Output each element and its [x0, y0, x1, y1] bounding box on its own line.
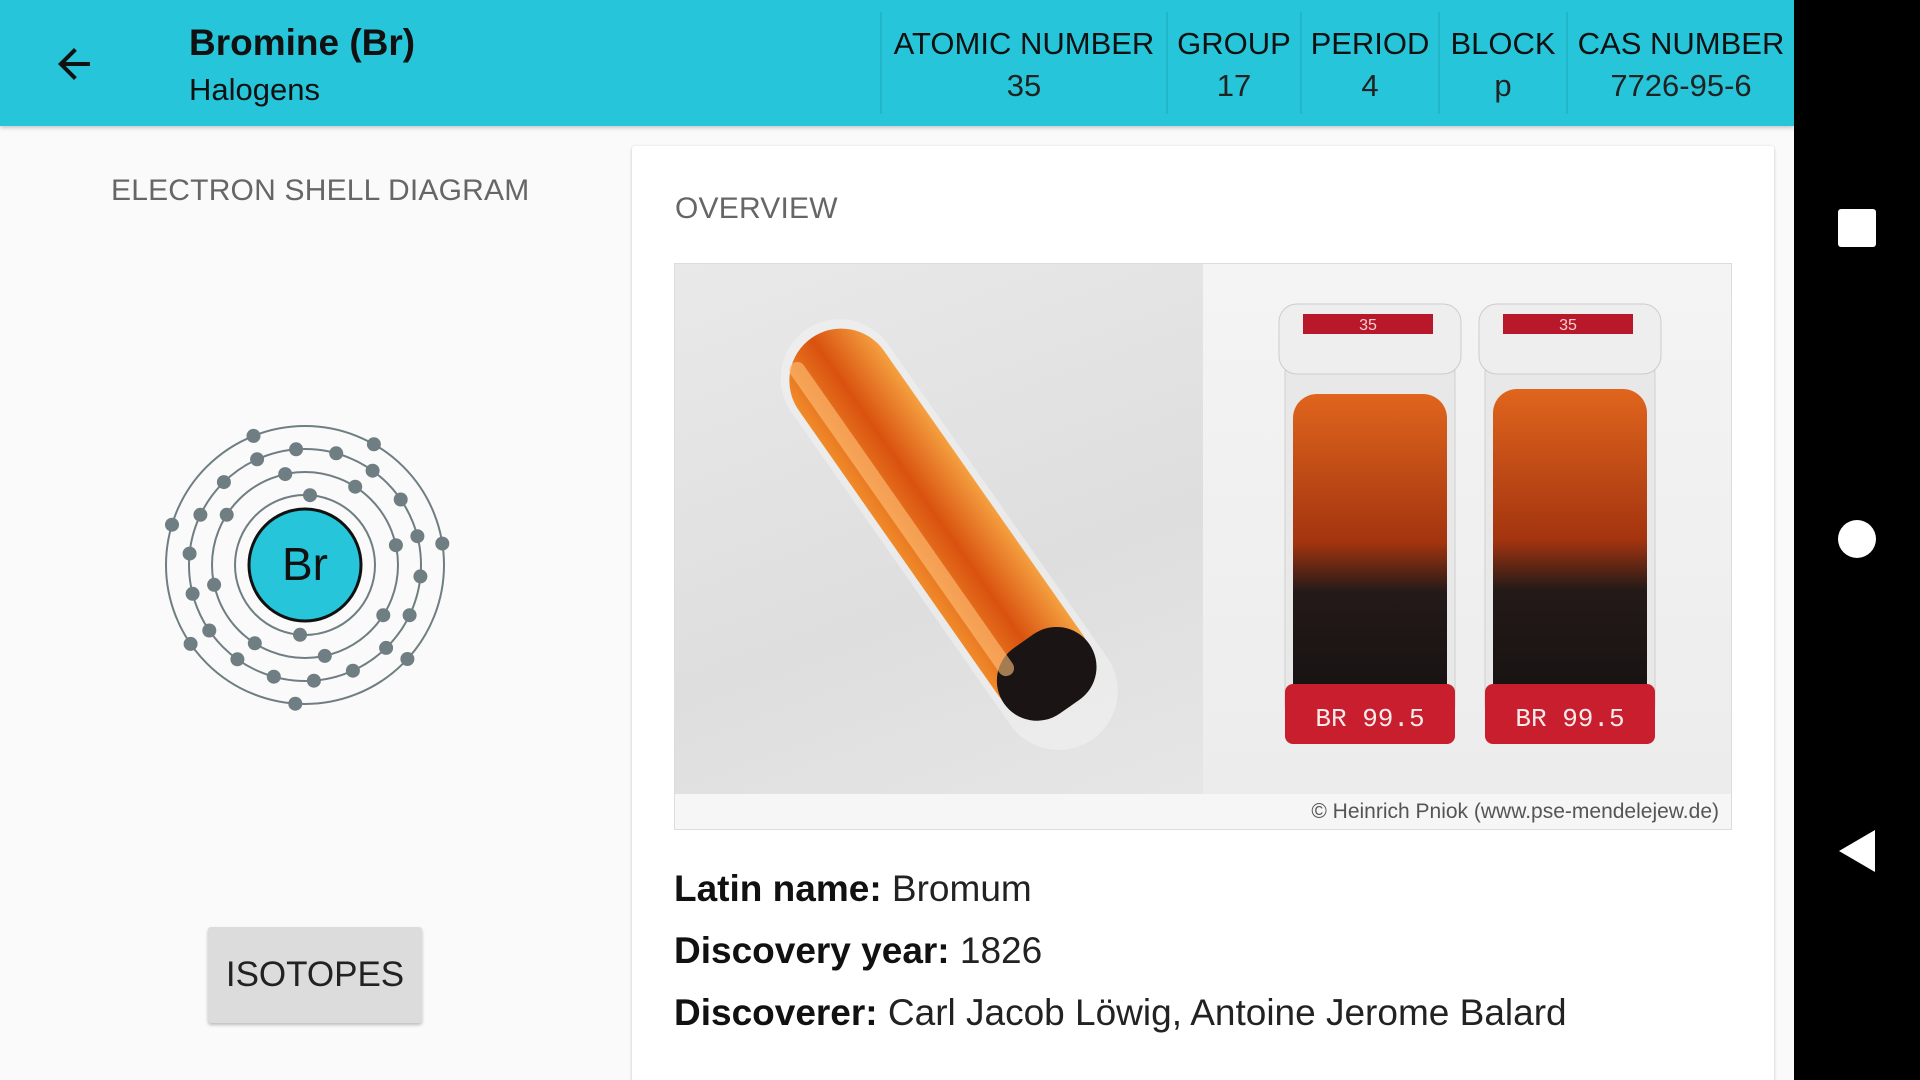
stat-group: GROUP 17: [1168, 0, 1300, 116]
arrow-left-icon: [58, 48, 90, 80]
electron-dot: [306, 673, 321, 688]
stat-period: PERIOD 4: [1302, 0, 1438, 116]
triangle-left-icon: [1839, 830, 1875, 872]
bromine-tube-illustration: [780, 319, 1118, 751]
electron-dot: [365, 463, 380, 478]
electron-dot: [288, 696, 303, 711]
electron-dot: [348, 479, 363, 494]
electron-dot: [202, 623, 217, 638]
stat-value: p: [1494, 68, 1512, 103]
stat-atomic-number: ATOMIC NUMBER 35: [882, 0, 1166, 116]
discoverer-label: Discoverer:: [674, 992, 878, 1033]
discovery-year-label: Discovery year:: [674, 930, 950, 971]
stat-block: BLOCK p: [1440, 0, 1566, 116]
electron-dot: [376, 608, 391, 623]
bromine-vials-illustration: 35 BR 99.5 35 BR 99.5: [1278, 303, 1662, 744]
nav-back-button[interactable]: [1832, 826, 1882, 876]
overview-card: OVERVIEW 35 BR 99.5 35 BR 99.5 © Heinric…: [632, 146, 1774, 1080]
electron-shell-diagram-label: ELECTRON SHELL DIAGRAM: [111, 174, 530, 207]
discovery-year-value: 1826: [959, 930, 1043, 971]
electron-dot: [230, 652, 245, 667]
isotopes-button[interactable]: ISOTOPES: [208, 927, 422, 1023]
stat-label: ATOMIC NUMBER: [893, 26, 1155, 61]
electron-dot: [207, 577, 222, 592]
discoverer-value: Carl Jacob Löwig, Antoine Jerome Balard: [887, 992, 1567, 1033]
stat-value: 7726-95-6: [1610, 68, 1752, 103]
electron-dot: [193, 507, 208, 522]
electron-dot: [266, 669, 281, 684]
electron-dot: [317, 648, 332, 663]
stat-cas-number: CAS NUMBER 7726-95-6: [1568, 0, 1794, 116]
electron-dot: [182, 546, 197, 561]
element-title: Bromine (Br): [189, 22, 416, 63]
latin-name-label: Latin name:: [674, 868, 882, 909]
home-button[interactable]: [1832, 514, 1882, 564]
electron-dot: [366, 437, 381, 452]
photo-credit: © Heinrich Pniok (www.pse-mendelejew.de): [1311, 800, 1719, 823]
vial-label-number: 35: [1359, 317, 1377, 334]
stat-label: BLOCK: [1450, 26, 1556, 61]
square-icon: [1838, 209, 1876, 247]
electron-dot: [435, 536, 450, 551]
element-photo: 35 BR 99.5 35 BR 99.5 © Heinrich Pniok (…: [674, 263, 1732, 830]
recent-apps-button[interactable]: [1832, 203, 1882, 253]
latin-name-row: Latin name: Bromum: [674, 868, 1032, 910]
electron-dot: [219, 507, 234, 522]
stat-value: 4: [1361, 68, 1379, 103]
electron-dot: [278, 467, 293, 482]
electron-dot: [247, 636, 262, 651]
element-detail-screen: Bromine (Br) Halogens ATOMIC NUMBER 35 G…: [0, 0, 1794, 1080]
bromine-tube-photo: [675, 264, 1203, 794]
electron-dot: [246, 428, 261, 443]
vial-right: 35 BR 99.5: [1478, 303, 1662, 744]
electron-dot: [216, 475, 231, 490]
nucleus-symbol: Br: [282, 538, 328, 590]
electron-shell-diagram: Br: [165, 425, 450, 711]
electron-dot: [185, 586, 200, 601]
discoverer-row: Discoverer: Carl Jacob Löwig, Antoine Je…: [674, 992, 1567, 1034]
electron-dot: [293, 627, 307, 642]
vial-label-number: 35: [1559, 317, 1577, 334]
discovery-year-row: Discovery year: 1826: [674, 930, 1042, 972]
electron-dot: [410, 529, 425, 544]
vial-left: 35 BR 99.5: [1278, 303, 1462, 744]
stat-label: GROUP: [1177, 26, 1291, 61]
electron-dot: [250, 452, 265, 467]
electron-dot: [303, 488, 317, 503]
electron-dot: [413, 569, 428, 584]
electron-dot: [402, 608, 417, 623]
electron-dot: [345, 663, 360, 678]
circle-icon: [1838, 520, 1876, 558]
electron-dot: [379, 640, 394, 655]
electron-dot: [289, 442, 304, 457]
element-category: Halogens: [189, 72, 320, 107]
overview-label: OVERVIEW: [675, 192, 838, 225]
stat-label: PERIOD: [1310, 26, 1430, 61]
electron-dot: [165, 517, 179, 532]
stat-label: CAS NUMBER: [1577, 26, 1785, 61]
bromine-vials-photo: 35 BR 99.5 35 BR 99.5: [1203, 264, 1731, 794]
electron-dot: [393, 492, 408, 507]
app-bar: Bromine (Br) Halogens ATOMIC NUMBER 35 G…: [0, 0, 1794, 126]
system-navigation-bar: [1794, 0, 1920, 1080]
stat-value: 35: [1006, 68, 1042, 103]
electron-dot: [183, 636, 198, 651]
back-button[interactable]: [44, 36, 104, 92]
vial-band-text: BR 99.5: [1315, 704, 1424, 734]
latin-name-value: Bromum: [891, 868, 1032, 909]
electron-dot: [329, 446, 344, 461]
stat-value: 17: [1216, 68, 1252, 103]
electron-dot: [388, 538, 403, 553]
electron-dot: [400, 652, 415, 666]
vial-band-text: BR 99.5: [1515, 704, 1624, 734]
